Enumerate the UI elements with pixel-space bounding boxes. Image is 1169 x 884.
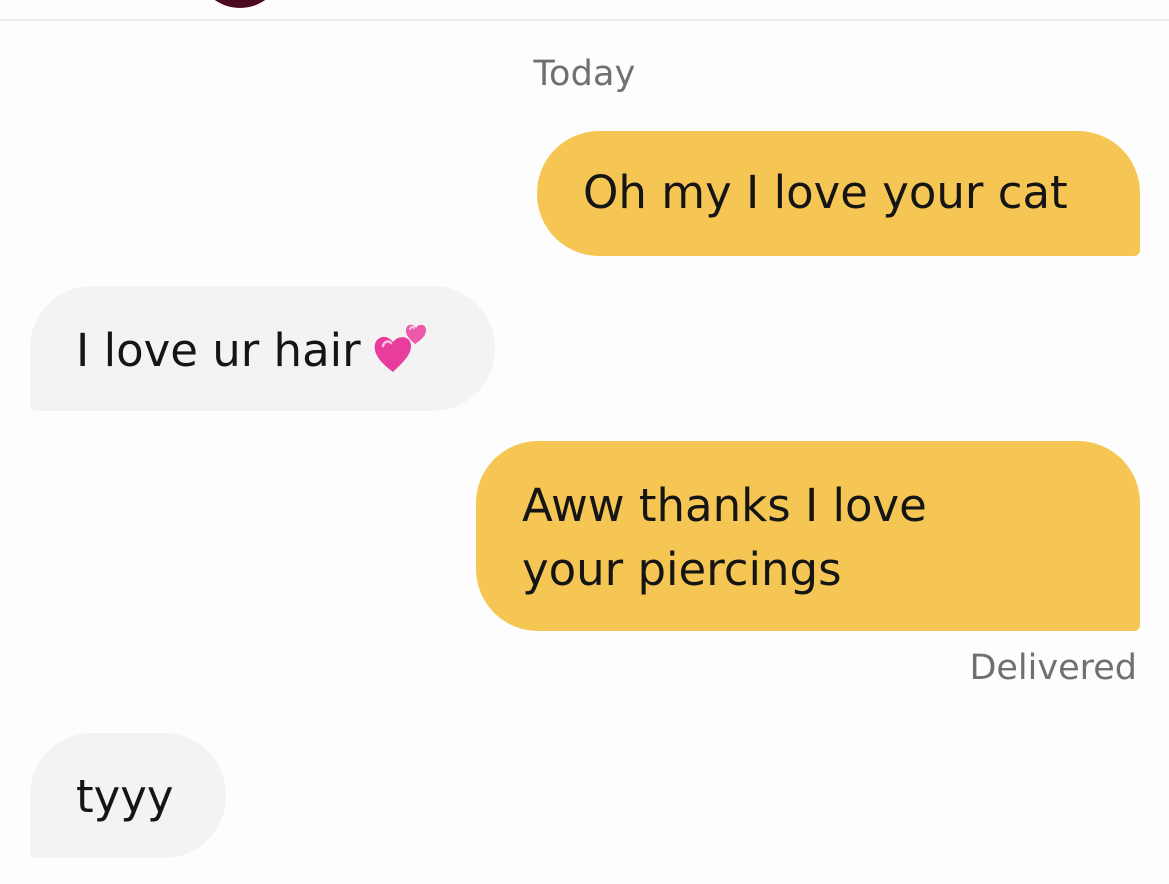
- chat-screen: Today Oh my I love your cat I love ur ha…: [0, 0, 1169, 884]
- message-bubble-incoming[interactable]: I love ur hair: [30, 286, 495, 411]
- avatar[interactable]: [200, 0, 280, 8]
- message-bubble-outgoing[interactable]: Oh my I love your cat: [537, 131, 1140, 256]
- date-separator: Today: [533, 54, 636, 94]
- message-bubble-incoming[interactable]: tyyy: [30, 733, 226, 858]
- chat-header: [0, 0, 1169, 21]
- message-text: tyyy: [76, 770, 174, 823]
- message-text: I love ur hair: [76, 324, 361, 377]
- delivery-status: Delivered: [969, 648, 1137, 688]
- message-text-line: your piercings: [522, 543, 842, 596]
- message-text-line: Aww thanks I love: [522, 479, 927, 532]
- message-text: Oh my I love your cat: [583, 166, 1068, 219]
- two-hearts-icon: [371, 316, 433, 376]
- message-bubble-outgoing[interactable]: Aww thanks I love your piercings: [476, 441, 1140, 631]
